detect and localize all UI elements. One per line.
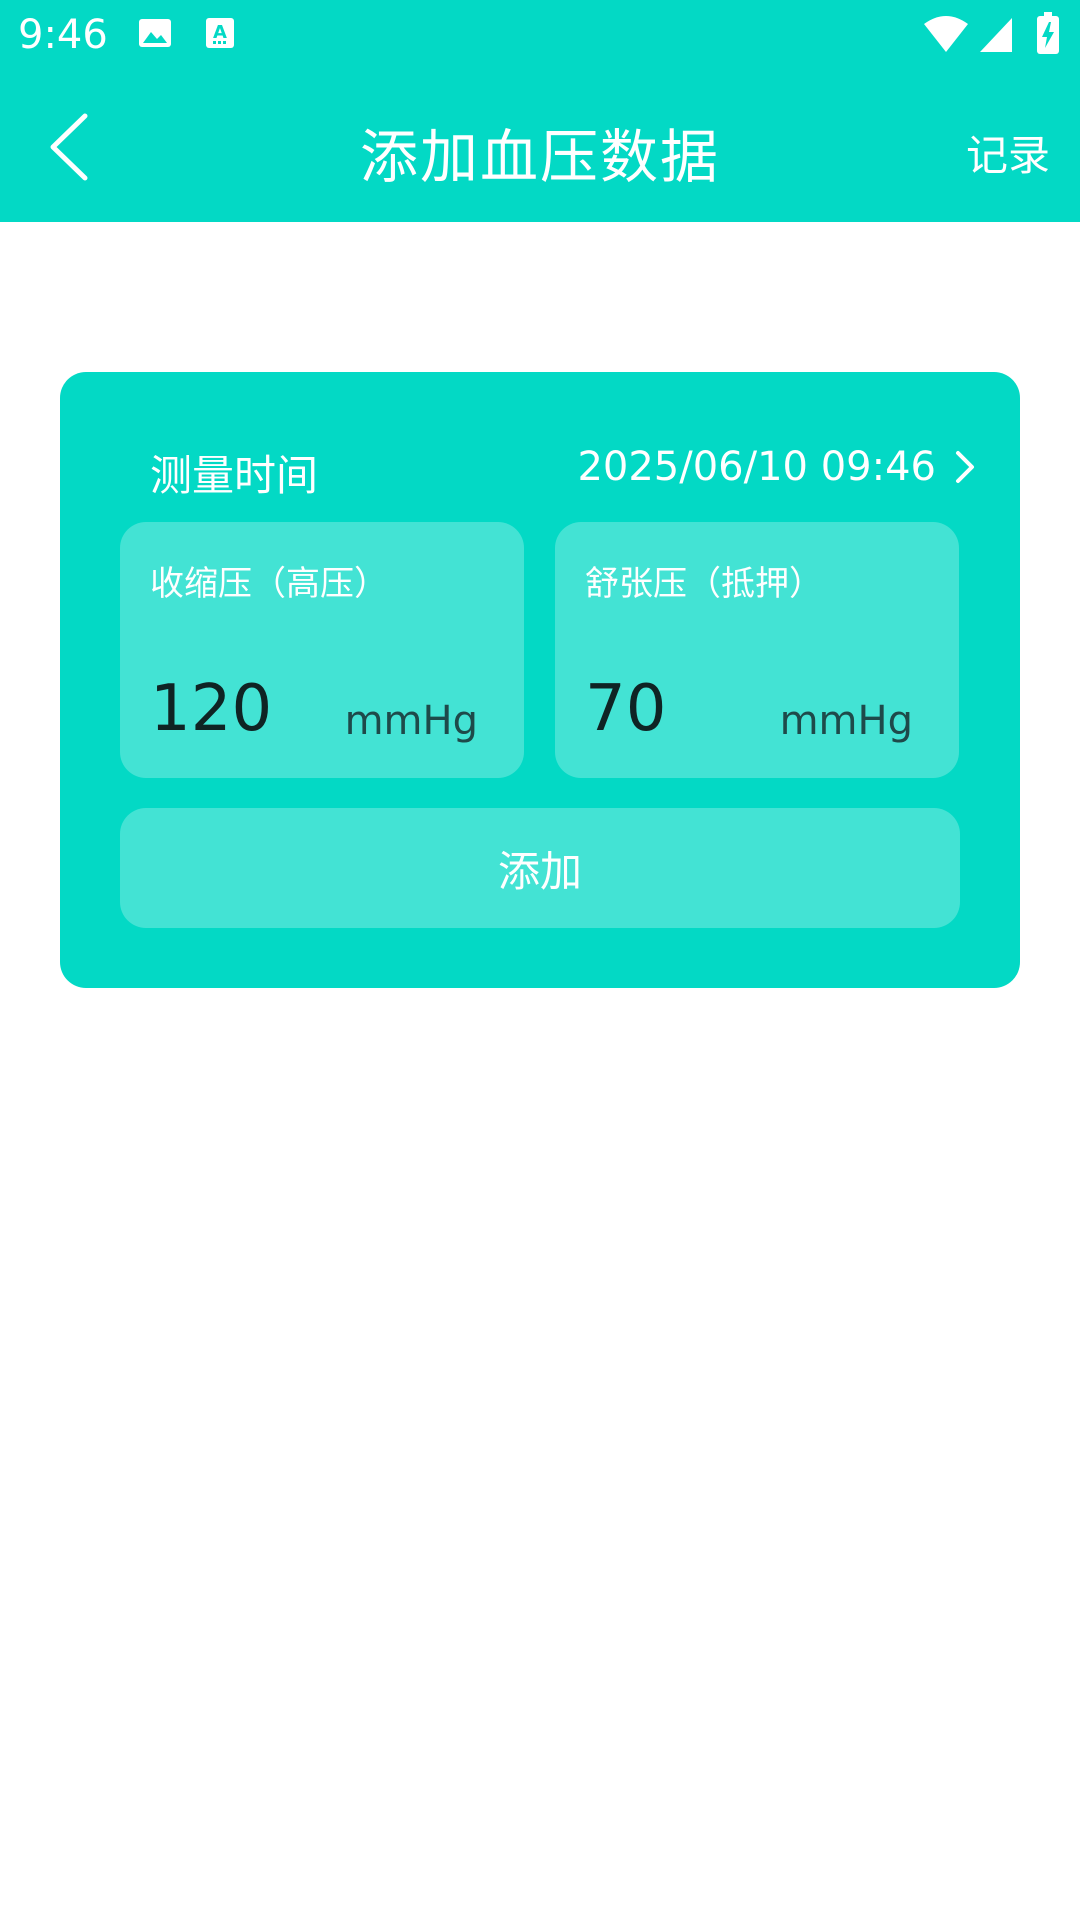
record-button[interactable]: 记录 [966, 122, 1050, 183]
measure-time-value: 2025/06/10 09:46 [577, 444, 936, 490]
diastolic-input-box[interactable]: 舒张压（抵押） 70 mmHg [555, 522, 959, 778]
status-bar: 9:46 A [0, 0, 1080, 72]
wifi-icon [922, 14, 970, 58]
measure-time-value-wrap[interactable]: 2025/06/10 09:46 [577, 444, 976, 490]
signal-icon [978, 16, 1014, 58]
add-button[interactable]: 添加 [120, 808, 960, 928]
measure-time-row[interactable]: 测量时间 2025/06/10 09:46 [120, 432, 1000, 502]
diastolic-value[interactable]: 70 [585, 672, 666, 746]
diastolic-label: 舒张压（抵押） [585, 564, 823, 604]
blood-pressure-card: 测量时间 2025/06/10 09:46 收缩压（高压） 120 mmHg 舒… [60, 372, 1020, 988]
chevron-right-icon [956, 451, 974, 483]
battery-charging-icon [1036, 12, 1060, 60]
font-a-icon: A [204, 14, 236, 56]
measure-time-label: 测量时间 [150, 451, 319, 500]
systolic-unit: mmHg [344, 698, 478, 744]
image-icon [136, 14, 174, 56]
systolic-label: 收缩压（高压） [150, 564, 388, 604]
systolic-value[interactable]: 120 [150, 672, 272, 746]
status-time: 9:46 [18, 12, 108, 58]
systolic-input-box[interactable]: 收缩压（高压） 120 mmHg [120, 522, 524, 778]
page-title: 添加血压数据 [359, 123, 720, 191]
diastolic-unit: mmHg [779, 698, 913, 744]
nav-bar: 添加血压数据 记录 [0, 72, 1080, 222]
svg-text:A: A [213, 22, 227, 43]
